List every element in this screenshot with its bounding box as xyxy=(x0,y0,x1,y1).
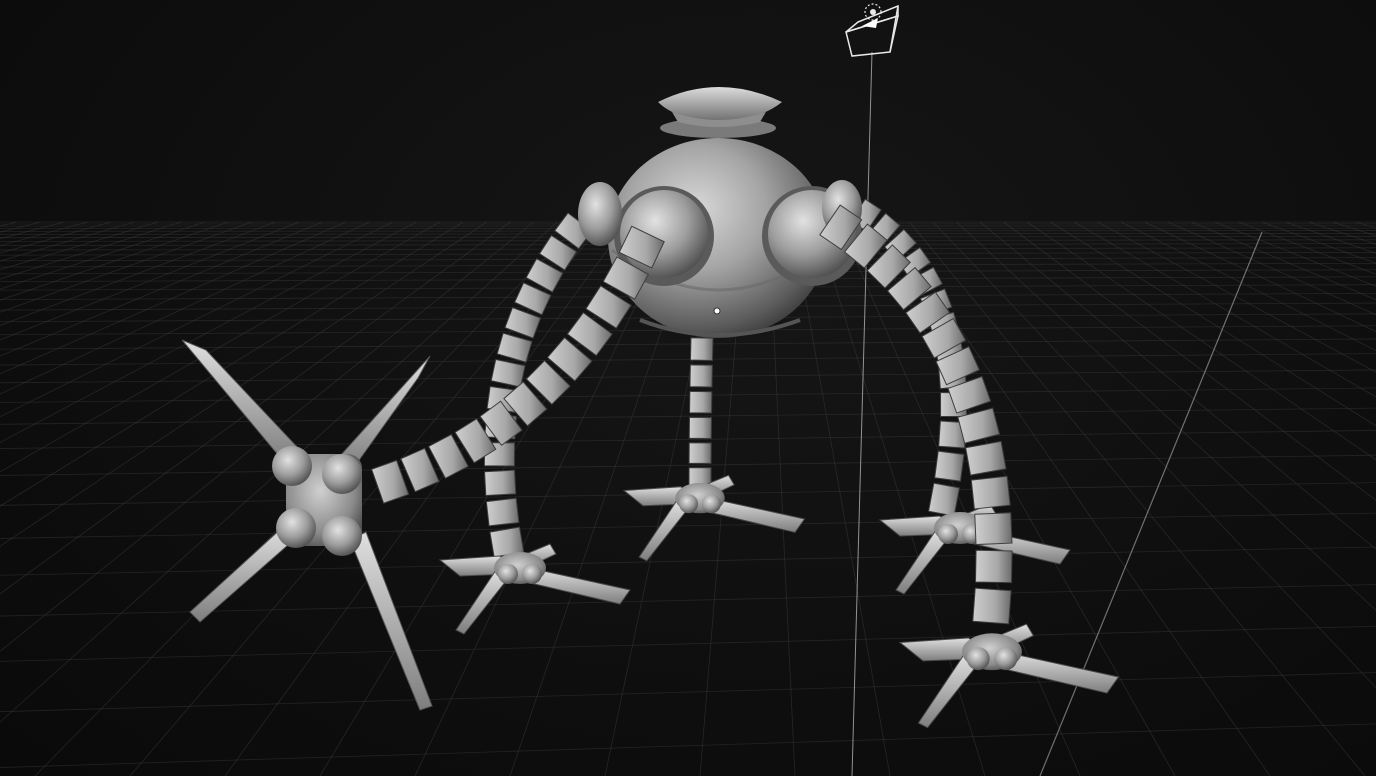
pivot-dot[interactable] xyxy=(713,307,721,315)
viewport-scene[interactable] xyxy=(0,0,1376,776)
3d-viewport[interactable] xyxy=(0,0,1376,776)
camera-gizmo[interactable] xyxy=(845,3,900,57)
robot-walker-model[interactable] xyxy=(181,87,1120,729)
